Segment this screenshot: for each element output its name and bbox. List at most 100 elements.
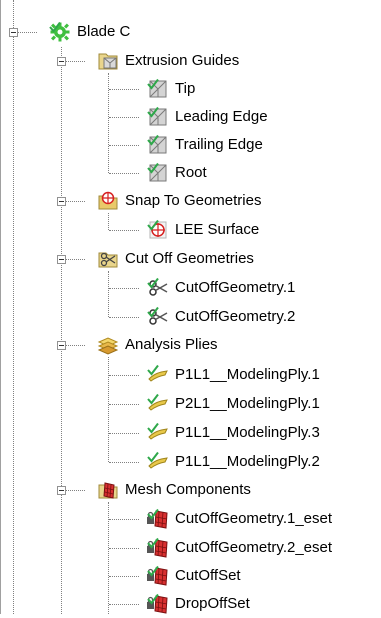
check-icon [147,219,159,231]
tree-connector [109,433,139,434]
tree-connector [13,0,14,614]
locked-element-set-icon [147,593,169,615]
tree-node-label: CutOffGeometry.1 [175,279,296,296]
tree-node-label: Trailing Edge [175,136,263,153]
tree-node-cutoffgeometry-2[interactable]: CutOffGeometry.2 [147,303,295,331]
check-icon [147,106,159,118]
tree-node-mesh-components[interactable]: Mesh Components [97,476,251,504]
snap-geometries-icon [97,190,119,212]
tree-connector [108,271,109,317]
check-icon [147,451,159,463]
check-icon [147,422,159,434]
ply-icon [147,393,169,415]
tree-connector [109,548,139,549]
tree-connector [65,201,85,202]
ply-icon [147,422,169,444]
tree-node-label: P2L1__ModelingPly.1 [175,395,320,412]
tree-connector [109,519,139,520]
tree-connector [109,462,139,463]
collapse-toggle-cut-off-geometries[interactable] [57,255,66,264]
locked-element-set-icon [147,565,169,587]
tree-connector [65,259,85,260]
tree-node-label: LEE Surface [175,221,260,238]
tree-node-label: Tip [175,80,196,97]
tree-node-snap-to-geometries[interactable]: Snap To Geometries [97,187,261,215]
tree-connector [109,576,139,577]
check-icon [147,393,159,405]
tree-node-analysis-plies[interactable]: Analysis Plies [97,331,218,359]
mesh-components-icon [97,479,119,501]
tree-node-ply-1[interactable]: P1L1__ModelingPly.1 [147,361,320,389]
guide-icon [147,162,169,184]
tree-node-label: CutOffGeometry.1_eset [175,510,333,527]
collapse-toggle-root[interactable] [9,28,18,37]
tree-node-lee-surface[interactable]: LEE Surface [147,216,259,244]
tree-connector [61,47,62,614]
tree-connector [65,490,85,491]
analysis-plies-icon [97,334,119,356]
tree-node-label: Analysis Plies [125,336,218,353]
tree-view: Blade C Extrusion Guides Tip Leading Edg… [0,0,381,614]
locked-element-set-icon [147,537,169,559]
cut-off-folder-icon [97,248,119,270]
collapse-toggle-mesh-components[interactable] [57,486,66,495]
check-icon [147,162,159,174]
collapse-toggle-snap-to-geometries[interactable] [57,197,66,206]
tree-node-cut-off-geometries[interactable]: Cut Off Geometries [97,245,254,273]
tree-node-cutoffgeometry-1[interactable]: CutOffGeometry.1 [147,274,295,302]
tree-connector [109,145,139,146]
check-icon [49,21,61,33]
tree-node-cutoffset[interactable]: CutOffSet [147,562,241,590]
collapse-toggle-analysis-plies[interactable] [57,341,66,350]
guide-icon [147,106,169,128]
check-icon [147,364,159,376]
check-icon [147,593,159,605]
check-icon [147,537,159,549]
tree-node-label: CutOffSet [175,567,241,584]
tree-connector [109,117,139,118]
tree-node-ply-2[interactable]: P2L1__ModelingPly.1 [147,390,320,418]
tree-node-ply-4[interactable]: P1L1__ModelingPly.2 [147,448,320,476]
tree-node-label: Root [175,164,207,181]
tree-node-label: CutOffGeometry.2_eset [175,539,333,556]
tree-node-label: Mesh Components [125,481,251,498]
extrusion-guides-icon [97,50,119,72]
tree-connector [108,73,109,173]
tree-connector [109,375,139,376]
tree-node-root-guide[interactable]: Root [147,159,207,187]
tree-node-extrusion-guides[interactable]: Extrusion Guides [97,47,239,75]
tree-connector [65,61,85,62]
check-icon [147,134,159,146]
tree-node-label: P1L1__ModelingPly.2 [175,453,320,470]
tree-node-label: Cut Off Geometries [125,250,254,267]
tree-connector [109,288,139,289]
tree-connector [109,230,139,231]
locked-element-set-icon [147,508,169,530]
guide-icon [147,134,169,156]
tree-node-trailing-edge[interactable]: Trailing Edge [147,131,263,159]
tree-connector [17,32,37,33]
guide-icon [147,78,169,100]
tree-node-label: Leading Edge [175,108,268,125]
tree-node-label: P1L1__ModelingPly.3 [175,424,320,441]
tree-node-root[interactable]: Blade C [49,18,130,46]
gear-icon [49,21,71,43]
tree-connector [109,89,139,90]
tree-node-tip[interactable]: Tip [147,75,195,103]
tree-node-label: Snap To Geometries [125,192,262,209]
tree-connector [109,404,139,405]
ply-icon [147,451,169,473]
check-icon [147,508,159,520]
tree-connector [109,604,139,605]
tree-node-eset-2[interactable]: CutOffGeometry.2_eset [147,534,332,562]
tree-node-ply-3[interactable]: P1L1__ModelingPly.3 [147,419,320,447]
tree-node-label: Extrusion Guides [125,52,240,69]
collapse-toggle-extrusion-guides[interactable] [57,57,66,66]
tree-connector [65,345,85,346]
scissors-icon [147,306,169,328]
tree-node-eset-1[interactable]: CutOffGeometry.1_eset [147,505,332,533]
tree-node-leading-edge[interactable]: Leading Edge [147,103,268,131]
check-icon [147,306,159,318]
check-icon [147,565,159,577]
tree-node-label: CutOffGeometry.2 [175,308,296,325]
